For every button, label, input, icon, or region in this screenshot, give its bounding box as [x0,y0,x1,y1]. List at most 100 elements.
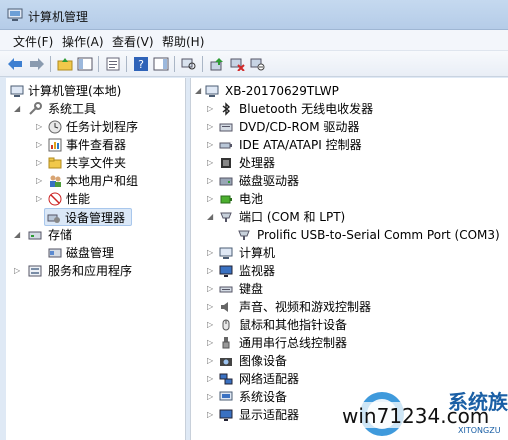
battery-icon [220,195,232,204]
tree-item-task-scheduler[interactable]: ▷ 任务计划程序 [8,118,178,136]
watermark-brand: 系统族 [448,390,508,414]
disk-drive-icon [219,177,233,186]
up-folder-icon[interactable] [56,55,74,73]
shared-folder-icon [48,157,62,169]
chevron-right-icon[interactable]: ▷ [207,244,213,262]
disk-management-icon [48,248,62,258]
chevron-down-icon[interactable]: ◢ [195,82,201,100]
menu-help[interactable]: 帮助(H) [162,33,204,50]
tree-item-local-users[interactable]: ▷ 本地用户和组 [8,172,178,190]
chevron-right-icon[interactable]: ▷ [207,280,213,298]
performance-icon [48,192,62,206]
tree-item-disk-management[interactable]: 磁盘管理 [8,244,178,262]
tree-item-shared-folders[interactable]: ▷ 共享文件夹 [8,154,178,172]
port-icon [220,212,232,222]
disable-device-icon[interactable] [248,55,266,73]
dvd-drive-icon [219,123,233,132]
console-tree-pane[interactable]: 计算机管理(本地) ◢ 系统工具 ▷ 任务计划程序 ▷ 事件查看器 ▷ 共享文件… [6,78,186,440]
svg-text:?: ? [138,58,144,71]
chevron-right-icon[interactable]: ▷ [207,172,213,190]
tree-item-computer-management[interactable]: 计算机管理(本地) [8,82,178,100]
device-root[interactable]: ◢ XB-20170629TLWP [195,82,495,100]
chevron-right-icon[interactable]: ▷ [207,406,213,424]
menu-view[interactable]: 查看(V) [112,33,154,50]
chevron-right-icon[interactable]: ▷ [207,100,213,118]
tree-item-performance[interactable]: ▷ 性能 [8,190,178,208]
tree-item-services[interactable]: ▷ 服务和应用程序 [8,262,178,280]
toolbar: ? [0,51,508,77]
chevron-right-icon[interactable]: ▷ [207,154,213,172]
chevron-right-icon[interactable]: ▷ [207,316,213,334]
watermark: win71234.com 系统族 XITONGZU [338,384,508,440]
chevron-right-icon[interactable]: ▷ [207,352,213,370]
chevron-right-icon[interactable]: ▷ [207,190,213,208]
chevron-right-icon[interactable]: ▷ [36,172,42,190]
speaker-icon [221,302,228,312]
device-category-bluetooth[interactable]: ▷ Bluetooth 无线电收发器 [207,100,497,118]
chevron-down-icon[interactable]: ◢ [14,226,20,244]
device-category-ports[interactable]: ◢ 端口 (COM 和 LPT) [207,208,497,226]
help-icon[interactable]: ? [132,55,150,73]
device-category-keyboards[interactable]: ▷ 键盘 [207,280,497,298]
system-devices-icon [219,391,233,401]
display-adapter-icon [219,409,233,421]
chevron-right-icon[interactable]: ▷ [207,298,213,316]
device-category-monitors[interactable]: ▷ 监视器 [207,262,497,280]
chevron-down-icon[interactable]: ◢ [14,100,20,118]
usb-icon [222,337,230,349]
tools-icon [29,102,42,115]
device-category-imaging[interactable]: ▷ 图像设备 [207,352,497,370]
services-icon [28,265,42,277]
action-pane-icon[interactable] [152,55,170,73]
menu-action[interactable]: 操作(A) [62,33,104,50]
device-category-disk-drives[interactable]: ▷ 磁盘驱动器 [207,172,497,190]
properties-icon[interactable] [104,55,122,73]
forward-icon[interactable] [28,55,46,73]
device-prolific-serial-port[interactable]: Prolific USB-to-Serial Comm Port (COM3) [225,226,505,244]
chevron-right-icon[interactable]: ▷ [207,334,213,352]
tree-item-system-tools[interactable]: ◢ 系统工具 [8,100,178,118]
ide-controller-icon [219,142,232,149]
scan-hardware-icon[interactable] [180,55,198,73]
tree-item-event-viewer[interactable]: ▷ 事件查看器 [8,136,178,154]
uninstall-device-icon[interactable] [228,55,246,73]
computer-management-icon [10,85,24,97]
monitor-icon [219,265,233,277]
chevron-right-icon[interactable]: ▷ [207,388,213,406]
computer-icon [219,247,233,259]
update-driver-icon[interactable] [208,55,226,73]
chevron-right-icon[interactable]: ▷ [207,370,213,388]
network-adapter-icon [219,373,233,385]
chevron-right-icon[interactable]: ▷ [36,190,42,208]
chevron-right-icon[interactable]: ▷ [207,118,213,136]
chevron-right-icon[interactable]: ▷ [36,118,42,136]
device-category-dvd[interactable]: ▷ DVD/CD-ROM 驱动器 [207,118,497,136]
chevron-right-icon[interactable]: ▷ [14,262,20,280]
device-category-usb[interactable]: ▷ 通用串行总线控制器 [207,334,497,352]
chevron-right-icon[interactable]: ▷ [207,262,213,280]
menu-bar: 文件(F) 操作(A) 查看(V) 帮助(H) [0,30,508,51]
device-category-battery[interactable]: ▷ 电池 [207,190,497,208]
computer-icon [205,85,219,97]
camera-icon [220,358,232,366]
device-category-sound[interactable]: ▷ 声音、视频和游戏控制器 [207,298,497,316]
bluetooth-icon [222,102,231,116]
device-category-mice[interactable]: ▷ 鼠标和其他指针设备 [207,316,497,334]
mouse-icon [222,319,230,331]
tree-item-storage[interactable]: ◢ 存储 [8,226,178,244]
show-tree-icon[interactable] [76,55,94,73]
chevron-right-icon[interactable]: ▷ [36,154,42,172]
title-bar: 计算机管理 [0,0,508,30]
processor-icon [221,158,231,168]
device-manager-icon [47,214,60,223]
storage-icon [28,231,42,240]
device-category-computer[interactable]: ▷ 计算机 [207,244,497,262]
device-category-ide[interactable]: ▷ IDE ATA/ATAPI 控制器 [207,136,497,154]
menu-file[interactable]: 文件(F) [13,33,53,50]
chevron-right-icon[interactable]: ▷ [207,136,213,154]
chevron-down-icon[interactable]: ◢ [207,208,213,226]
back-icon[interactable] [6,55,24,73]
tree-item-device-manager[interactable]: 设备管理器 [44,208,132,226]
device-category-processor[interactable]: ▷ 处理器 [207,154,497,172]
chevron-right-icon[interactable]: ▷ [36,136,42,154]
